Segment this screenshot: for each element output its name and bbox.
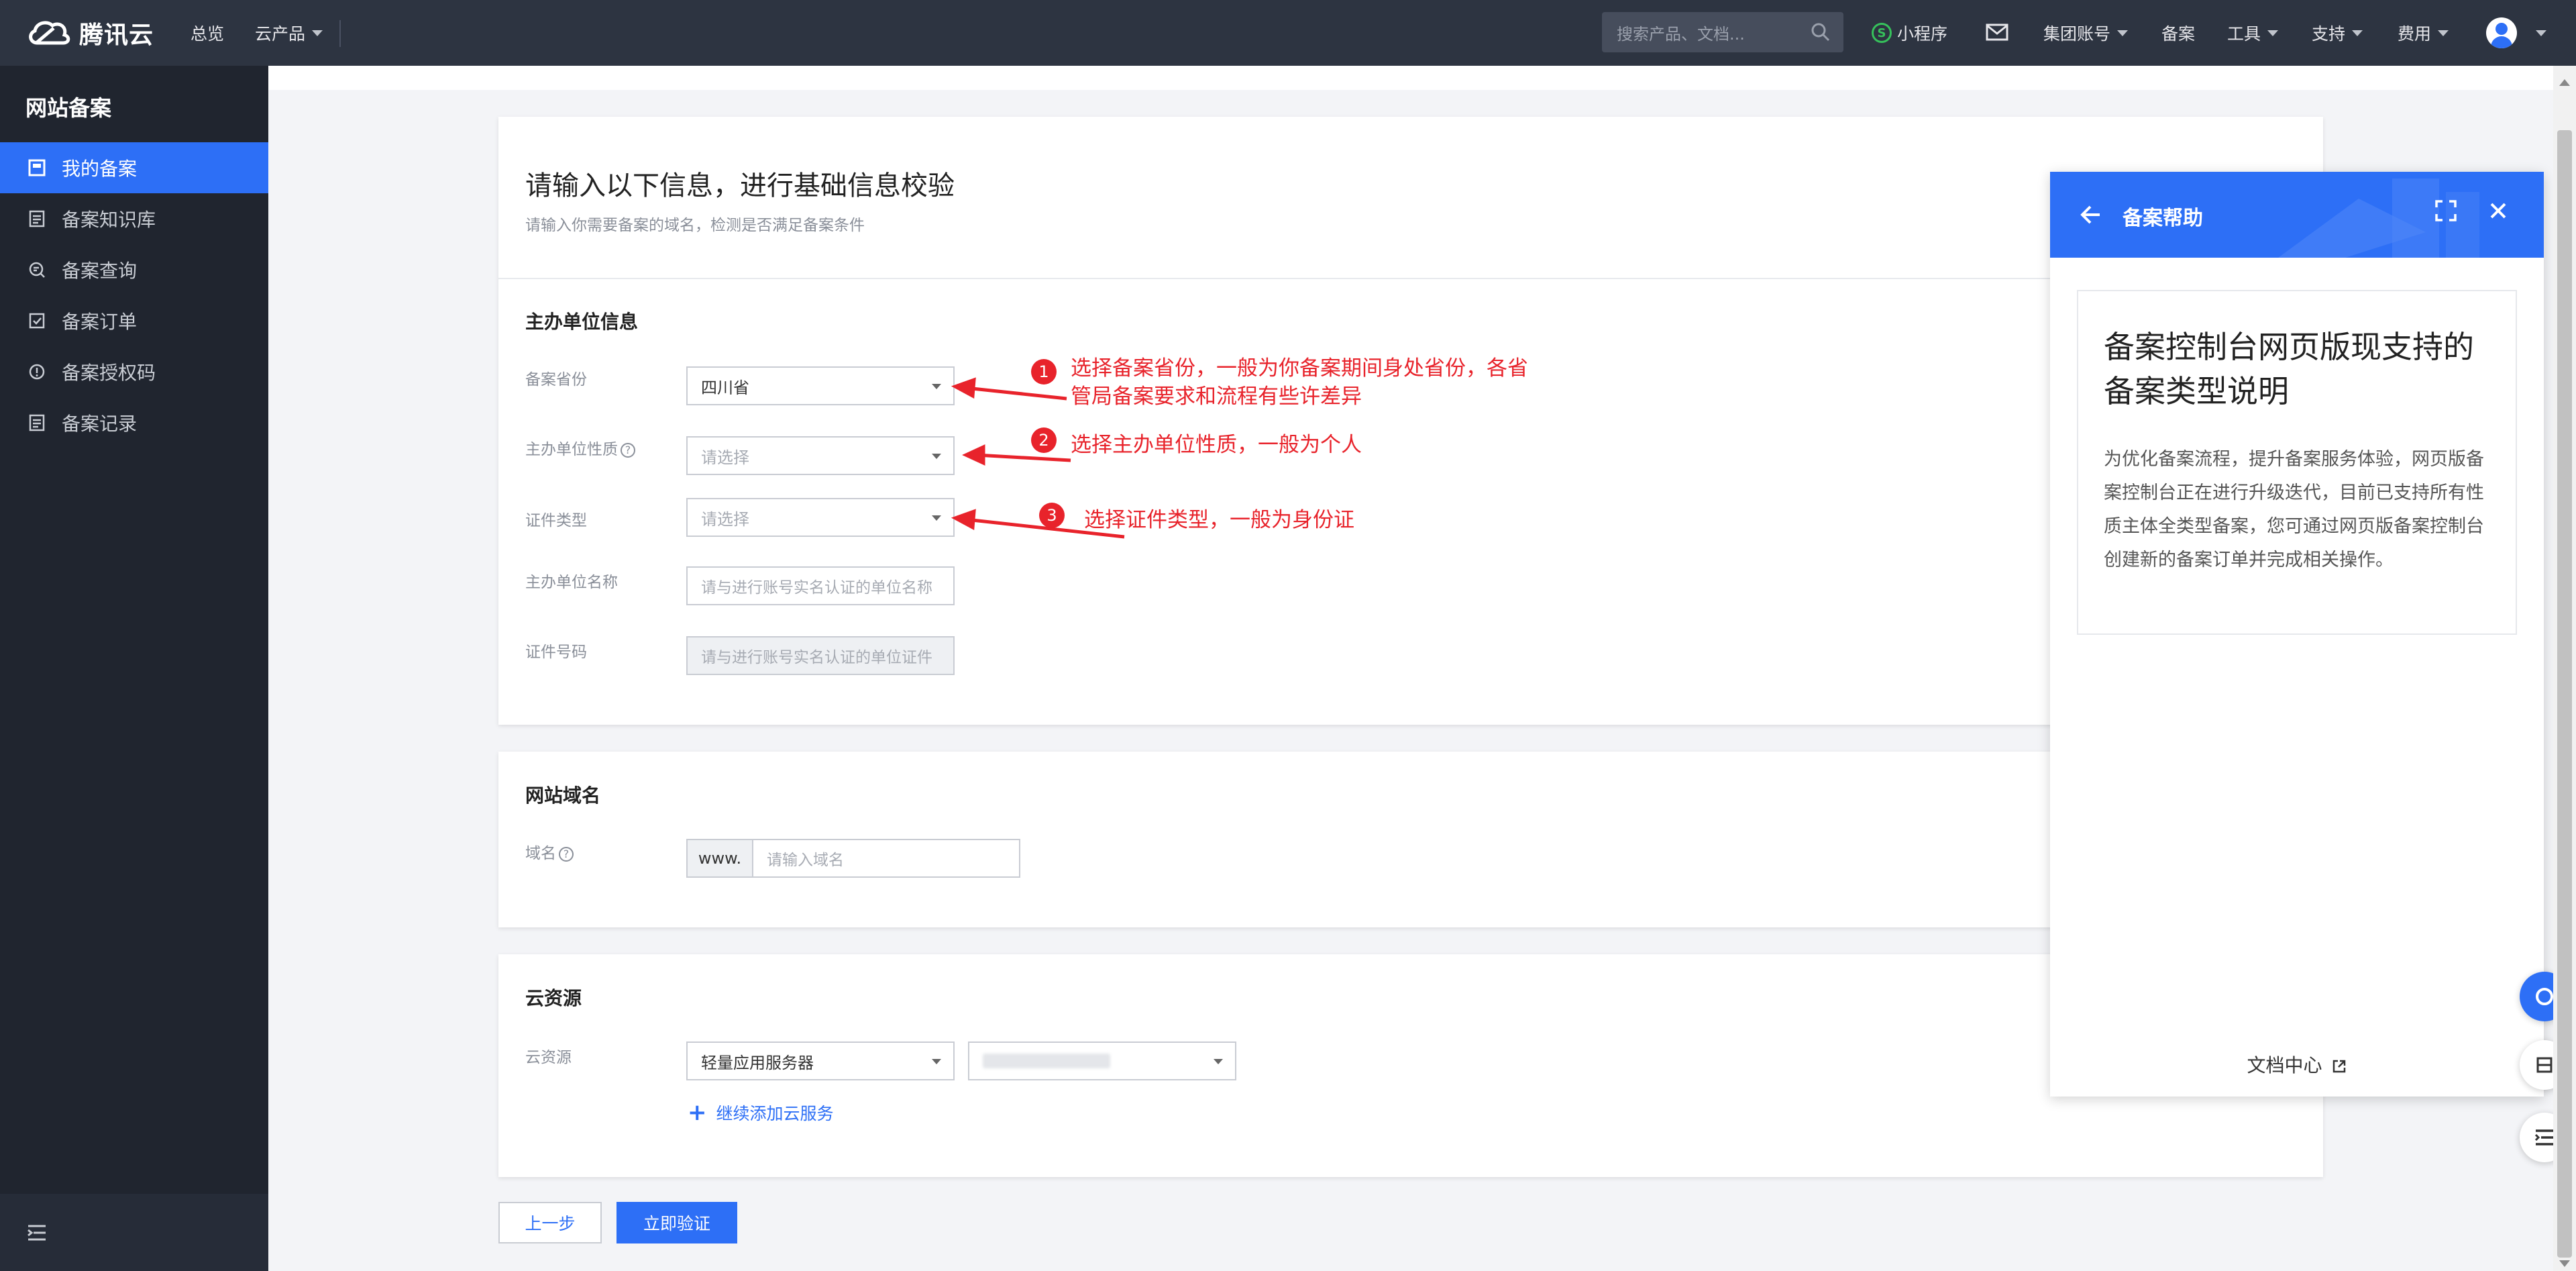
annotation-arrowhead-2 <box>962 444 985 466</box>
help-panel-title: 备案帮助 <box>2123 207 2203 230</box>
scan-icon <box>2536 1057 2553 1073</box>
annotation-arrowhead-3 <box>951 509 976 531</box>
doc-center-label: 文档中心 <box>2247 1054 2322 1076</box>
help-article-title: 备案控制台网页版现支持的备案类型说明 <box>2104 329 2474 409</box>
annotation-text-1-line2: 管局备案要求和流程有些许差异 <box>1071 385 1362 409</box>
list-menu-icon <box>2534 1129 2553 1146</box>
scroll-up-arrow-icon[interactable] <box>2559 79 2570 86</box>
help-panel: 备案帮助 备案控制台网页版现支持的备案类型说明 为优化备案流程，提升备案服务体验… <box>2050 172 2544 1097</box>
annotation-number-1: 1 <box>1031 359 1057 385</box>
scroll-down-arrow-icon[interactable] <box>2559 1260 2570 1267</box>
help-article-card[interactable]: 备案控制台网页版现支持的备案类型说明 为优化备案流程，提升备案服务体验，网页版备… <box>2077 290 2517 635</box>
annotation-arrowhead-1 <box>951 377 976 399</box>
doc-center-link[interactable]: 文档中心 <box>2050 1051 2544 1078</box>
back-arrow-icon[interactable] <box>2080 204 2102 225</box>
annotation-number-2: 2 <box>1031 427 1057 453</box>
annotation-number-3: 3 <box>1039 503 1065 528</box>
annotation-arrow-2 <box>976 453 1071 462</box>
annotation-text-1: 选择备案省份，一般为你备案期间身处省份，各省 管局备案要求和流程有些许差异 <box>1071 354 1528 411</box>
annotation-text-2: 选择主办单位性质，一般为个人 <box>1071 433 1362 457</box>
annotation-text-3: 选择证件类型，一般为身份证 <box>1084 508 1354 532</box>
scrollbar-thumb[interactable] <box>2557 130 2572 1258</box>
expand-icon[interactable] <box>2435 200 2457 221</box>
annotation-arrow-1 <box>965 386 1067 401</box>
annotation-text-1-line1: 选择备案省份，一般为你备案期间身处省份，各省 <box>1071 356 1528 380</box>
external-link-icon <box>2333 1060 2346 1073</box>
help-panel-header: 备案帮助 <box>2050 172 2544 258</box>
headset-icon <box>2536 988 2553 1005</box>
close-icon[interactable] <box>2487 200 2509 221</box>
page-scrollbar[interactable] <box>2553 66 2576 1271</box>
help-article-body: 为优化备案流程，提升备案服务体验，网页版备案控制台正在进行升级迭代，目前已支持所… <box>2104 449 2484 570</box>
